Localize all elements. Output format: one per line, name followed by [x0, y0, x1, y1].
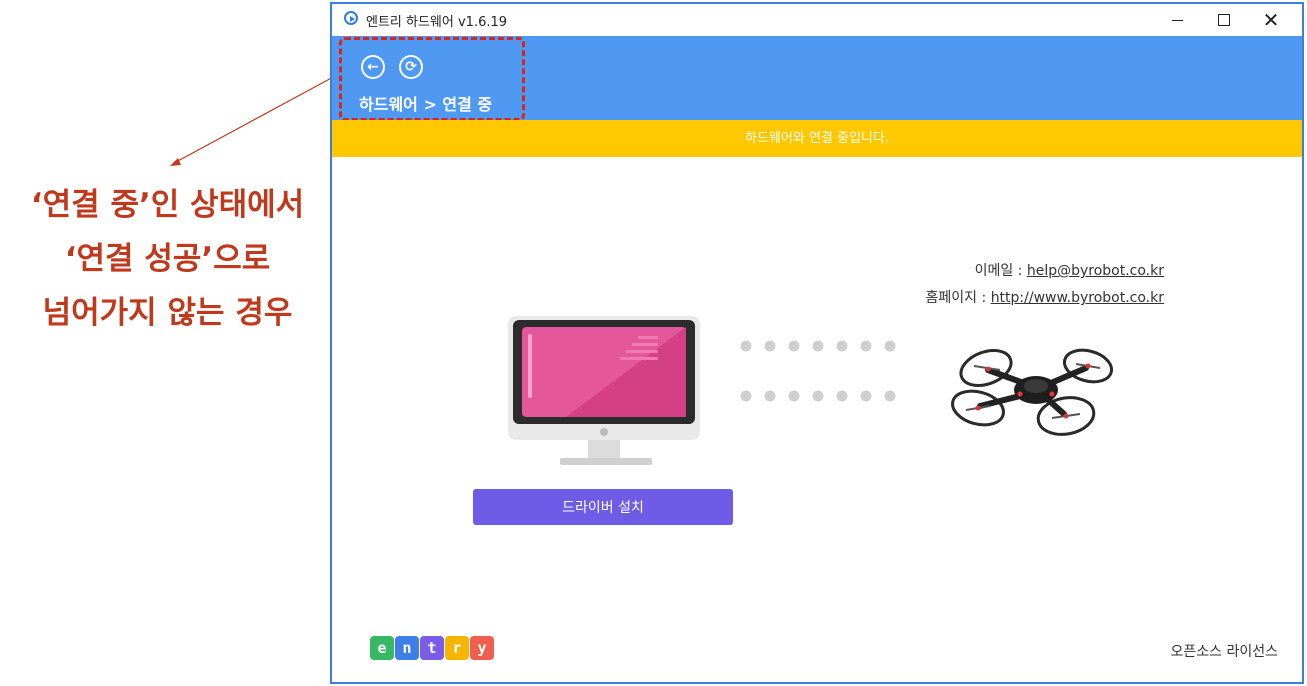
annotation-line-1: ‘연결 중’인 상태에서 — [30, 187, 305, 223]
close-button[interactable]: ✕ — [1248, 4, 1294, 36]
connection-dots — [740, 340, 896, 402]
status-banner: 하드웨어와 연결 중입니다. — [332, 120, 1302, 157]
highlight-box — [339, 37, 525, 121]
app-logo-icon — [344, 11, 358, 25]
minimize-icon — [1171, 19, 1183, 21]
title-bar: 엔트리 하드웨어 v1.6.19 ✕ — [332, 4, 1302, 36]
install-driver-button[interactable]: 드라이버 설치 — [473, 489, 733, 525]
logo-letter-e: e — [370, 636, 394, 660]
contact-info: 이메일 : help@byrobot.co.kr 홈페이지 : http://w… — [926, 258, 1164, 312]
logo-letter-n: n — [395, 636, 419, 660]
email-row: 이메일 : help@byrobot.co.kr — [926, 258, 1164, 285]
logo-letter-r: r — [445, 636, 469, 660]
logo-letter-y: y — [470, 636, 494, 660]
app-window: 엔트리 하드웨어 v1.6.19 ✕ ← ⟳ 하드웨어 > 연결 중 하드웨어와… — [330, 2, 1304, 684]
monitor-illustration — [508, 316, 700, 465]
maximize-icon — [1218, 14, 1230, 26]
header: ← ⟳ 하드웨어 > 연결 중 — [332, 36, 1302, 121]
homepage-row: 홈페이지 : http://www.byrobot.co.kr — [926, 285, 1164, 312]
homepage-link[interactable]: http://www.byrobot.co.kr — [991, 290, 1164, 306]
annotation-line-2: ‘연결 성공’으로 — [64, 241, 271, 277]
window-title: 엔트리 하드웨어 v1.6.19 — [366, 15, 508, 30]
homepage-label: 홈페이지 : — [925, 290, 991, 306]
annotation-text: ‘연결 중’인 상태에서 ‘연결 성공’으로 넘어가지 않는 경우 — [0, 178, 335, 340]
entry-logo: e n t r y — [370, 636, 495, 660]
minimize-button[interactable] — [1154, 4, 1200, 36]
open-source-license-link[interactable]: 오픈소스 라이선스 — [1171, 641, 1279, 661]
close-icon: ✕ — [1262, 8, 1280, 32]
maximize-button[interactable] — [1201, 4, 1247, 36]
email-label: 이메일 : — [974, 263, 1027, 279]
email-link[interactable]: help@byrobot.co.kr — [1027, 263, 1164, 279]
drone-icon — [951, 348, 1114, 436]
annotation-line-3: 넘어가지 않는 경우 — [42, 295, 293, 331]
logo-letter-t: t — [420, 636, 444, 660]
